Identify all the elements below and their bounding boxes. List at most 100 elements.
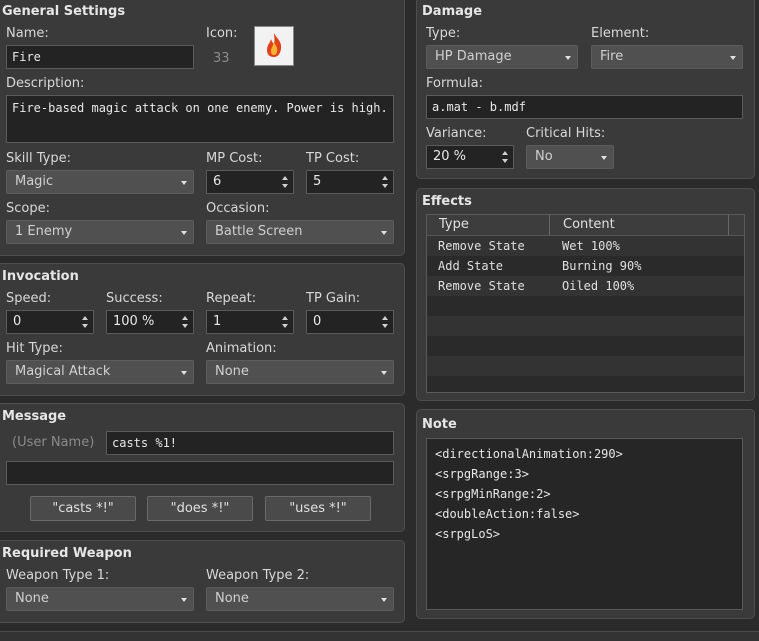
- table-row[interactable]: Remove State Oiled 100%: [427, 276, 744, 296]
- effect-content-cell: Wet 100%: [562, 239, 620, 253]
- bottom-bar: [0, 632, 759, 641]
- variance-spinbox[interactable]: 20 %: [426, 145, 514, 169]
- hit-type-dropdown[interactable]: Magical Attack: [6, 360, 194, 384]
- element-label: Element:: [591, 26, 650, 41]
- message-line2-field[interactable]: [6, 461, 394, 485]
- chevron-down-icon: [381, 598, 387, 602]
- spin-up-icon[interactable]: [382, 176, 388, 180]
- mp-cost-label: MP Cost:: [206, 151, 263, 166]
- critical-hits-dropdown[interactable]: No: [526, 145, 614, 169]
- scope-value: 1 Enemy: [15, 224, 73, 239]
- spin-down-icon[interactable]: [282, 324, 288, 328]
- speed-label: Speed:: [6, 291, 52, 306]
- uses-template-button[interactable]: "uses *!": [265, 496, 371, 521]
- repeat-spinbox[interactable]: 1: [206, 310, 294, 334]
- speed-spinbox[interactable]: 0: [6, 310, 94, 334]
- spin-up-icon[interactable]: [382, 316, 388, 320]
- table-row[interactable]: Remove State Wet 100%: [427, 236, 744, 256]
- weapon-type2-dropdown[interactable]: None: [206, 587, 394, 611]
- table-row-empty[interactable]: [427, 296, 744, 316]
- effect-type-cell: Remove State: [438, 239, 525, 253]
- chevron-down-icon: [181, 181, 187, 185]
- column-header-content[interactable]: Content: [563, 217, 615, 232]
- spin-down-icon[interactable]: [502, 159, 508, 163]
- spin-down-icon[interactable]: [182, 324, 188, 328]
- fire-icon[interactable]: [254, 26, 294, 66]
- success-value: 100 %: [113, 314, 155, 329]
- chevron-down-icon: [601, 156, 607, 160]
- occasion-dropdown[interactable]: Battle Screen: [206, 220, 394, 244]
- tp-gain-value: 0: [313, 314, 322, 329]
- note-line: <doubleAction:false>: [435, 507, 580, 521]
- tp-cost-spinbox[interactable]: 5: [306, 170, 394, 194]
- note-line: <srpgRange:3>: [435, 467, 529, 481]
- column-header-type[interactable]: Type: [439, 217, 469, 232]
- effects-table-header: Type Content: [427, 215, 744, 236]
- spin-up-icon[interactable]: [502, 151, 508, 155]
- table-row-empty[interactable]: [427, 376, 744, 392]
- spin-up-icon[interactable]: [282, 176, 288, 180]
- name-label: Name:: [6, 26, 49, 41]
- spin-up-icon[interactable]: [82, 316, 88, 320]
- spin-down-icon[interactable]: [82, 324, 88, 328]
- tp-cost-label: TP Cost:: [306, 151, 360, 166]
- animation-value: None: [215, 364, 249, 379]
- damage-type-dropdown[interactable]: HP Damage: [426, 45, 578, 69]
- formula-field[interactable]: a.mat - b.mdf: [426, 95, 743, 119]
- variance-label: Variance:: [426, 126, 487, 141]
- note-title: Note: [422, 417, 457, 432]
- spin-down-icon[interactable]: [382, 324, 388, 328]
- weapon-type1-dropdown[interactable]: None: [6, 587, 194, 611]
- table-row-empty[interactable]: [427, 356, 744, 376]
- hit-type-label: Hit Type:: [6, 341, 63, 356]
- effect-content-cell: Burning 90%: [562, 259, 642, 273]
- element-dropdown[interactable]: Fire: [591, 45, 743, 69]
- column-divider: [728, 215, 729, 235]
- formula-label: Formula:: [426, 76, 483, 91]
- skill-type-label: Skill Type:: [6, 151, 71, 166]
- critical-hits-value: No: [535, 149, 553, 164]
- animation-dropdown[interactable]: None: [206, 360, 394, 384]
- description-label: Description:: [6, 76, 85, 91]
- table-row-empty[interactable]: [427, 316, 744, 336]
- fire-icon-graphic: [267, 33, 282, 57]
- weapon-type1-label: Weapon Type 1:: [6, 568, 110, 583]
- skill-type-dropdown[interactable]: Magic: [6, 170, 194, 194]
- occasion-value: Battle Screen: [215, 224, 303, 239]
- required-weapon-title: Required Weapon: [2, 546, 132, 561]
- spin-up-icon[interactable]: [182, 316, 188, 320]
- effect-content-cell: Oiled 100%: [562, 279, 635, 293]
- casts-template-button[interactable]: "casts *!": [30, 496, 136, 521]
- spin-down-icon[interactable]: [382, 184, 388, 188]
- spin-down-icon[interactable]: [282, 184, 288, 188]
- name-field[interactable]: Fire: [6, 45, 194, 69]
- success-label: Success:: [106, 291, 163, 306]
- chevron-down-icon: [565, 56, 571, 60]
- note-textarea[interactable]: <directionalAnimation:290> <srpgRange:3>…: [426, 438, 743, 610]
- description-field[interactable]: Fire-based magic attack on one enemy. Po…: [6, 95, 394, 143]
- table-row[interactable]: Add State Burning 90%: [427, 256, 744, 276]
- chevron-down-icon: [381, 231, 387, 235]
- table-row-empty[interactable]: [427, 336, 744, 356]
- effects-table[interactable]: Type Content Remove State Wet 100% Add S…: [426, 214, 745, 393]
- effects-title: Effects: [422, 194, 472, 209]
- critical-hits-label: Critical Hits:: [526, 126, 606, 141]
- invocation-title: Invocation: [2, 269, 79, 284]
- spin-up-icon[interactable]: [282, 316, 288, 320]
- message-line1-field[interactable]: casts %1!: [106, 431, 394, 455]
- damage-type-value: HP Damage: [435, 49, 512, 64]
- does-template-button[interactable]: "does *!": [147, 496, 253, 521]
- effect-type-cell: Remove State: [438, 279, 525, 293]
- note-line: <srpgLoS>: [435, 527, 501, 541]
- chevron-down-icon: [381, 371, 387, 375]
- repeat-value: 1: [213, 314, 222, 329]
- tp-gain-spinbox[interactable]: 0: [306, 310, 394, 334]
- success-spinbox[interactable]: 100 %: [106, 310, 194, 334]
- speed-value: 0: [13, 314, 22, 329]
- mp-cost-spinbox[interactable]: 6: [206, 170, 294, 194]
- scope-dropdown[interactable]: 1 Enemy: [6, 220, 194, 244]
- hit-type-value: Magical Attack: [15, 364, 111, 379]
- element-value: Fire: [600, 49, 624, 64]
- damage-type-label: Type:: [426, 26, 461, 41]
- chevron-down-icon: [730, 56, 736, 60]
